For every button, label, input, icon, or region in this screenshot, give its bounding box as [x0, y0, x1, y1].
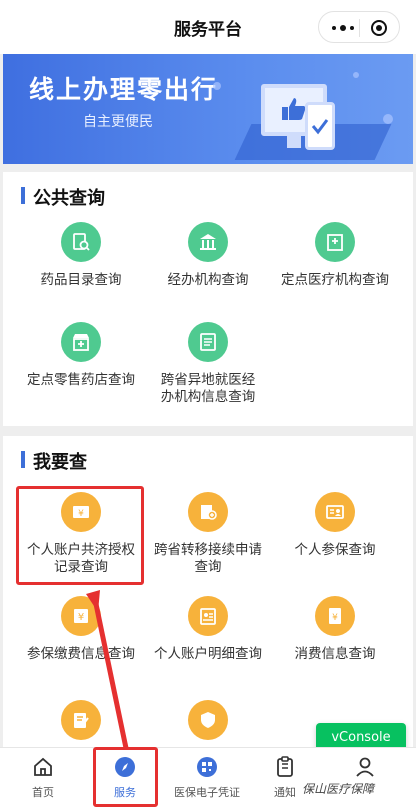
transfer-shield-icon: [188, 492, 228, 532]
consumption-icon: ¥: [315, 596, 355, 636]
promo-banner: 线上办理零出行 自主更便民: [3, 54, 413, 164]
mini-program-capsule: [318, 11, 400, 43]
decor-dot: [353, 72, 359, 78]
svg-text:¥: ¥: [78, 612, 84, 623]
tab-home[interactable]: 首页: [8, 748, 78, 811]
home-icon: [34, 757, 52, 776]
service-item-label: 跨省异地就医经办机构信息查询: [160, 372, 256, 405]
service-item-label: 定点零售药店查询: [27, 372, 135, 388]
service-item-label: 个人参保查询: [294, 542, 376, 558]
decor-dot: [383, 114, 393, 124]
service-item-label: 跨省转移接续申请查询: [154, 542, 262, 575]
service-item-label: 定点医疗机构查询: [281, 272, 389, 288]
banner-title: 线上办理零出行: [29, 75, 219, 104]
tab-label: 医保电子凭证: [174, 786, 240, 799]
edit-document-icon: [61, 700, 101, 740]
service-item-label: 经办机构查询: [167, 272, 249, 288]
qr-code-icon: [197, 757, 217, 777]
section-title: 我要查: [33, 452, 87, 473]
decor-dot: [213, 82, 221, 90]
watermark: 保山医疗保障: [302, 782, 375, 796]
service-item-label: 个人账户明细查询: [154, 646, 262, 662]
tab-label: 首页: [32, 786, 54, 799]
hospital-icon: [315, 222, 355, 262]
notice-icon: [277, 756, 293, 777]
check-icon: [311, 119, 329, 135]
phone-illustration: [305, 102, 335, 150]
section-accent-bar: [21, 451, 25, 468]
tab-e-certificate[interactable]: 医保电子凭证: [172, 748, 242, 811]
pharmacy-store-icon: [61, 322, 101, 362]
list-document-icon: [188, 322, 228, 362]
user-icon: [356, 757, 374, 777]
account-detail-icon: [188, 596, 228, 636]
annotation-highlight-box: [16, 486, 144, 585]
section-title: 公共查询: [33, 188, 105, 209]
medicine-search-icon: [61, 222, 101, 262]
close-mini-program-icon[interactable]: [371, 20, 387, 36]
institution-building-icon: [188, 222, 228, 262]
more-icon[interactable]: [329, 18, 359, 38]
my-query-section: 我要查 ¥ 个人账户共济授权记录查询 跨省转移接续申请查询 个人参保查询 ¥ 参…: [3, 436, 413, 751]
annotation-tab-highlight: [93, 747, 158, 807]
shield-hand-icon: [188, 700, 228, 740]
yuan-payment-icon: ¥: [61, 596, 101, 636]
svg-text:¥: ¥: [332, 613, 338, 623]
section-accent-bar: [21, 187, 25, 204]
person-card-icon: [315, 492, 355, 532]
public-query-section: 公共查询 药品目录查询 经办机构查询 定点医疗机构查询 定点零售药店查询 跨省异…: [3, 172, 413, 426]
service-item-label: 药品目录查询: [40, 272, 122, 288]
banner-subtitle: 自主更便民: [83, 114, 153, 130]
bottom-tab-bar: 首页 服务 医保电子凭证 通知: [0, 747, 416, 811]
service-item-label: 参保缴费信息查询: [27, 646, 135, 662]
capsule-divider: [359, 19, 360, 37]
monitor-stand: [287, 136, 301, 148]
top-bar: 服务平台: [0, 0, 416, 54]
service-item-label: 消费信息查询: [294, 646, 376, 662]
